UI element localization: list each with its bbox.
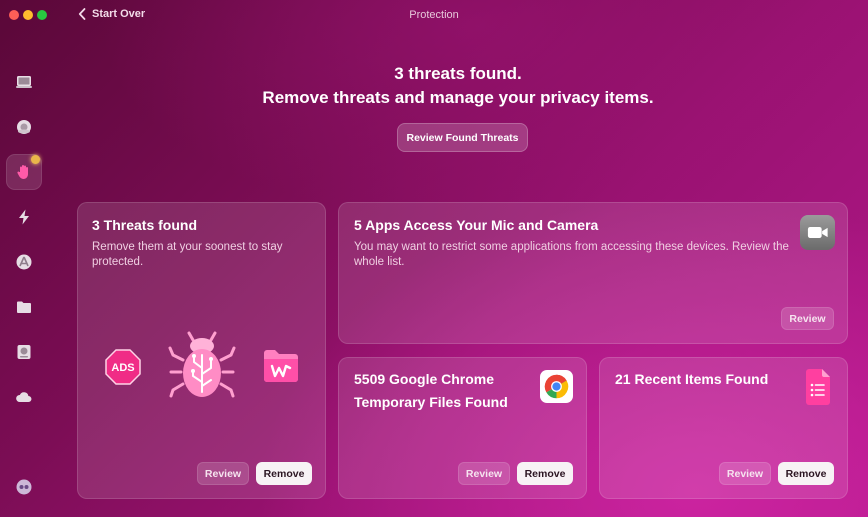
threats-subheadline: Remove threats and manage your privacy i…	[262, 88, 654, 107]
speed-bolt-icon	[19, 209, 29, 225]
applications-icon	[16, 254, 32, 270]
chrome-files-card: 5509 Google Chrome Temporary Files Found…	[338, 357, 587, 499]
threats-headline: 3 threats found.	[394, 64, 522, 83]
ads-icon: ADS	[104, 348, 142, 386]
bug-icon	[167, 330, 237, 400]
camera-icon	[800, 215, 835, 250]
threats-remove-button[interactable]: Remove	[256, 462, 312, 485]
apps-access-card: 5 Apps Access Your Mic and Camera You ma…	[338, 202, 848, 344]
threats-card-description: Remove them at your soonest to stay prot…	[92, 241, 283, 268]
chrome-icon	[540, 370, 573, 403]
disk-icon	[17, 345, 31, 359]
sidebar-item-malware[interactable]	[6, 109, 42, 145]
review-found-threats-button[interactable]: Review Found Threats	[397, 123, 528, 152]
sidebar-item-cloud[interactable]	[6, 379, 42, 415]
recent-card-title: 21 Recent Items Found	[615, 371, 769, 387]
recent-remove-button[interactable]: Remove	[778, 462, 834, 485]
threats-card: 3 Threats found Remove them at your soon…	[77, 202, 326, 499]
sidebar-item-files[interactable]	[6, 289, 42, 325]
chrome-remove-button[interactable]: Remove	[517, 462, 573, 485]
sidebar-item-assistant[interactable]	[6, 469, 42, 505]
apps-review-button[interactable]: Review	[781, 307, 834, 330]
title-bar: Start Over Protection	[0, 0, 868, 32]
window-title: Protection	[409, 9, 459, 21]
recent-items-card: 21 Recent Items Found Review Remove	[599, 357, 848, 499]
sidebar-item-speed[interactable]	[6, 199, 42, 235]
threats-review-button[interactable]: Review	[197, 462, 249, 485]
sidebar-item-protection[interactable]	[6, 154, 42, 190]
files-folder-icon	[17, 301, 31, 313]
ads-label: ADS	[111, 362, 134, 374]
notification-dot	[31, 155, 40, 164]
apps-card-description: You may want to restrict some applicatio…	[354, 241, 789, 268]
sidebar-item-applications[interactable]	[6, 244, 42, 280]
apps-card-title: 5 Apps Access Your Mic and Camera	[354, 217, 599, 233]
chrome-review-button[interactable]: Review	[458, 462, 510, 485]
system-junk-icon	[16, 76, 32, 88]
assistant-icon	[16, 479, 32, 495]
recent-review-button[interactable]: Review	[719, 462, 771, 485]
sidebar	[0, 32, 48, 517]
protection-hand-icon	[17, 165, 28, 179]
threats-card-title: 3 Threats found	[92, 217, 198, 233]
sidebar-item-disk[interactable]	[6, 334, 42, 370]
document-icon	[804, 369, 832, 405]
chrome-card-title: 5509 Google Chrome Temporary Files Found	[354, 371, 508, 410]
cloud-icon	[16, 392, 32, 402]
infected-folder-icon	[262, 348, 300, 384]
sidebar-item-cleanup[interactable]	[6, 64, 42, 100]
malware-icon	[17, 120, 31, 134]
